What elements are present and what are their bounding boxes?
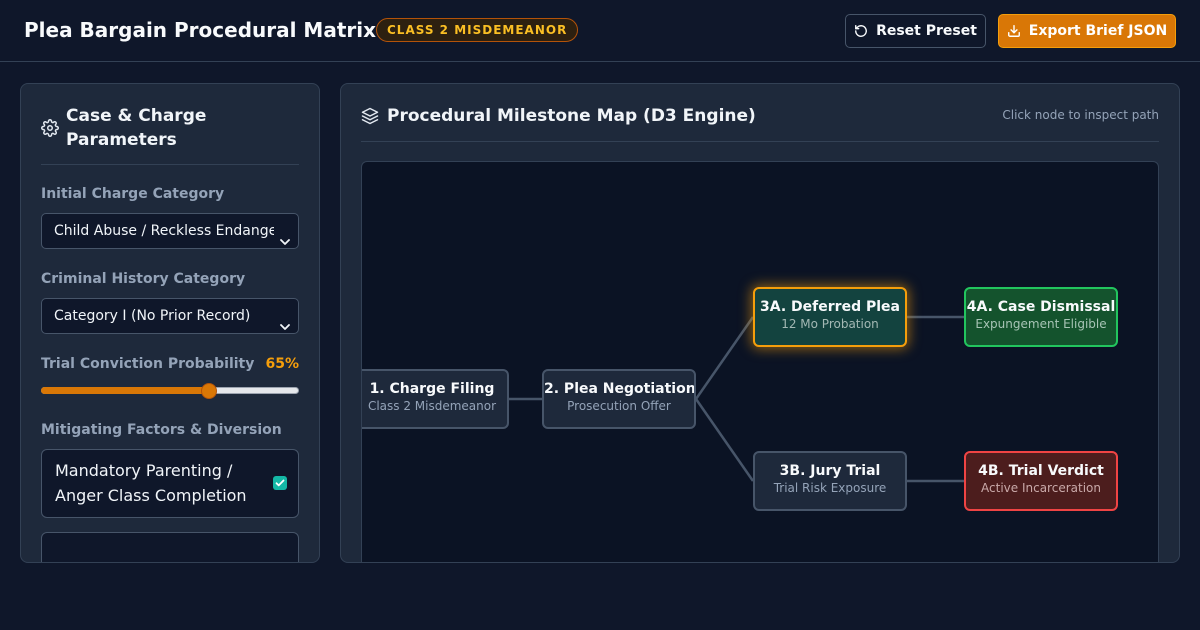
milestone-map-panel: Procedural Milestone Map (D3 Engine) Cli…: [340, 83, 1180, 563]
node-title: 2. Plea Negotiation: [544, 381, 696, 397]
map-header: Procedural Milestone Map (D3 Engine) Cli…: [361, 104, 1159, 142]
map-hint: Click node to inspect path: [1002, 108, 1159, 122]
node-title: 3B. Jury Trial: [779, 463, 881, 479]
criminal-history-label: Criminal History Category: [41, 271, 246, 287]
node-charge-filing[interactable]: 1. Charge Filing Class 2 Misdemeanor: [362, 369, 509, 429]
slider-fill: [41, 387, 209, 394]
reset-preset-label: Reset Preset: [876, 23, 977, 39]
chevron-down-icon: [280, 226, 290, 260]
check-icon: [275, 479, 285, 487]
chevron-down-icon: [280, 311, 290, 345]
app-header: Plea Bargain Procedural Matrix CLASS 2 M…: [0, 0, 1200, 62]
panel-title: Case & Charge Parameters: [66, 106, 207, 150]
conviction-probability-label: Trial Conviction Probability: [41, 356, 255, 372]
map-title: Procedural Milestone Map (D3 Engine): [387, 106, 756, 126]
node-trial-verdict[interactable]: 4B. Trial Verdict Active Incarceration: [964, 451, 1118, 511]
case-parameters-panel: Case & Charge Parameters Initial Charge …: [20, 83, 320, 563]
node-deferred-plea[interactable]: 3A. Deferred Plea 12 Mo Probation: [753, 287, 907, 347]
charge-category-select[interactable]: Child Abuse / Reckless Endangerment: [41, 213, 299, 249]
mitigating-option-checkbox[interactable]: [273, 476, 287, 490]
node-subtitle: Trial Risk Exposure: [773, 481, 887, 495]
export-brief-button[interactable]: Export Brief JSON: [998, 14, 1176, 48]
gear-icon: [41, 119, 59, 141]
mitigating-factors-label: Mitigating Factors & Diversion: [41, 422, 282, 438]
rotate-ccw-icon: [854, 24, 868, 38]
node-title: 3A. Deferred Plea: [760, 299, 900, 315]
mitigating-option-label: Mandatory Parenting / Anger Class Comple…: [55, 461, 247, 505]
node-title: 4B. Trial Verdict: [978, 463, 1104, 479]
node-title: 1. Charge Filing: [369, 381, 495, 397]
node-subtitle: Active Incarceration: [981, 481, 1101, 495]
milestone-map-canvas[interactable]: 1. Charge Filing Class 2 Misdemeanor 2. …: [361, 161, 1159, 562]
panel-header: Case & Charge Parameters: [41, 104, 299, 165]
charge-category-label: Initial Charge Category: [41, 186, 225, 202]
node-subtitle: Prosecution Offer: [567, 399, 671, 413]
node-subtitle: Expungement Eligible: [975, 317, 1107, 331]
app-title: Plea Bargain Procedural Matrix: [24, 18, 377, 42]
conviction-probability-value: 65%: [265, 356, 299, 372]
reset-preset-button[interactable]: Reset Preset: [845, 14, 986, 48]
charge-class-badge: CLASS 2 MISDEMEANOR: [376, 18, 579, 42]
node-plea-negotiation[interactable]: 2. Plea Negotiation Prosecution Offer: [542, 369, 696, 429]
export-brief-label: Export Brief JSON: [1028, 23, 1168, 39]
node-jury-trial[interactable]: 3B. Jury Trial Trial Risk Exposure: [753, 451, 907, 511]
criminal-history-select[interactable]: Category I (No Prior Record): [41, 298, 299, 334]
node-subtitle: Class 2 Misdemeanor: [367, 399, 497, 413]
node-case-dismissal[interactable]: 4A. Case Dismissal Expungement Eligible: [964, 287, 1118, 347]
edge-n2-n3b: [694, 398, 755, 482]
node-subtitle: 12 Mo Probation: [781, 317, 879, 331]
download-icon: [1007, 24, 1021, 38]
edge-n2-n3a: [694, 316, 755, 400]
mitigating-option-card[interactable]: Mandatory Parenting / Anger Class Comple…: [41, 449, 299, 518]
conviction-probability-slider[interactable]: [41, 381, 299, 401]
layers-icon: [361, 107, 379, 129]
node-title: 4A. Case Dismissal: [966, 299, 1116, 315]
criminal-history-value: Category I (No Prior Record): [54, 308, 251, 324]
charge-category-value: Child Abuse / Reckless Endangerment: [54, 223, 274, 239]
slider-thumb[interactable]: [200, 383, 217, 399]
mitigating-option-card-partial[interactable]: [41, 532, 299, 562]
